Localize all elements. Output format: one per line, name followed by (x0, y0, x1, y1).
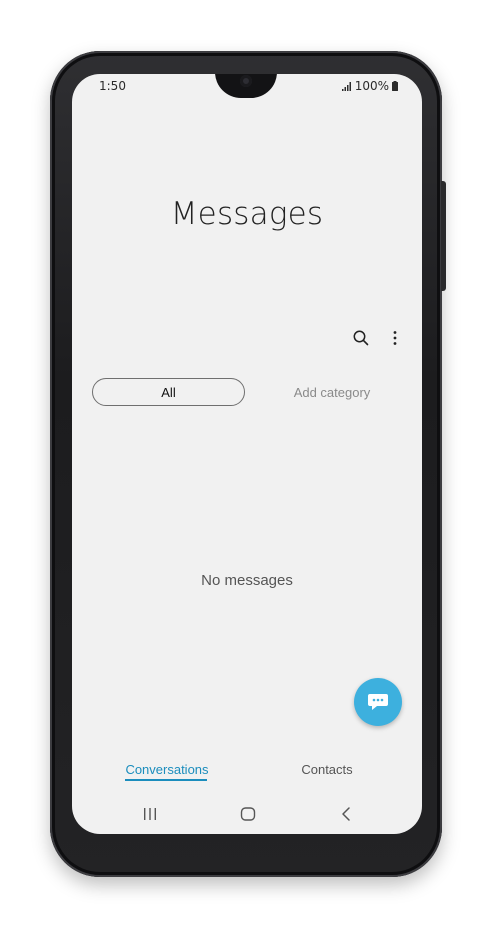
phone-screen: 1:50 100% Messages All Add category No m… (72, 74, 422, 834)
status-indicators: 100% (341, 79, 398, 93)
more-vertical-icon[interactable] (386, 329, 404, 347)
battery-icon (392, 81, 398, 91)
new-chat-icon (368, 694, 388, 710)
home-icon[interactable] (240, 806, 256, 822)
system-nav-bar (72, 802, 422, 828)
new-message-fab[interactable] (354, 678, 402, 726)
camera-notch (215, 74, 277, 98)
tab-contacts[interactable]: Contacts (287, 762, 367, 777)
page-title: Messages (170, 196, 324, 232)
battery-percent: 100% (354, 79, 389, 93)
signal-bars-icon (341, 81, 351, 91)
empty-state-text: No messages (201, 572, 293, 589)
search-icon[interactable] (352, 329, 370, 347)
tab-conversations[interactable]: Conversations (122, 762, 212, 777)
status-time: 1:50 (99, 79, 126, 93)
phone-device: 1:50 100% Messages All Add category No m… (50, 51, 446, 877)
back-icon[interactable] (340, 806, 352, 822)
front-camera-icon (240, 75, 252, 87)
category-all-chip[interactable]: All (92, 378, 245, 406)
side-button (441, 181, 446, 291)
add-category-button[interactable]: Add category (277, 378, 387, 406)
recents-icon[interactable] (142, 807, 158, 821)
active-tab-indicator (125, 779, 207, 781)
